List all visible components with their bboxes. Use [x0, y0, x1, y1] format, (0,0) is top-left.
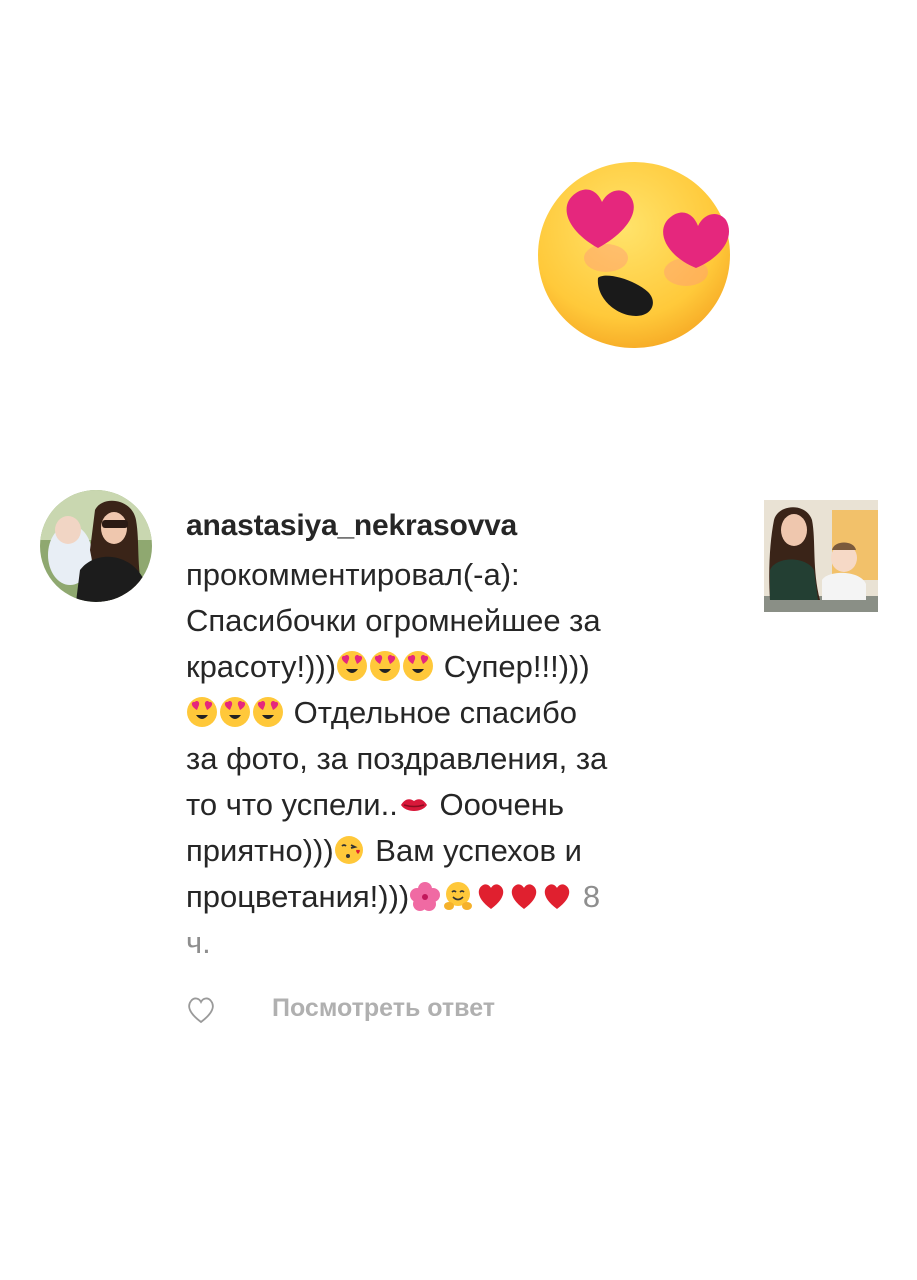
face-blowing-kiss-emoji-icon — [334, 836, 363, 864]
timestamp-unit: ч. — [186, 925, 211, 960]
red-heart-emoji-icon — [479, 884, 504, 909]
username-link[interactable]: anastasiya_nekrasovva — [186, 508, 706, 544]
red-heart-emoji-icon — [512, 884, 537, 909]
view-reply-button[interactable]: Посмотреть ответ — [272, 994, 495, 1023]
user-avatar[interactable] — [40, 490, 152, 602]
comment-line: красоту!))) Супер!!!))) — [186, 649, 590, 684]
heart-eyes-emoji-icon — [538, 162, 730, 348]
heart-eyes-emoji-icon — [220, 697, 250, 727]
red-heart-emoji-icon — [545, 884, 570, 909]
timestamp: 8 — [574, 879, 601, 914]
action-text: прокомментировал(-а): — [186, 557, 520, 592]
notification-text: anastasiya_nekrasovva прокомментировал(-… — [186, 508, 706, 966]
heart-eyes-emoji-icon — [187, 697, 217, 727]
kiss-lips-emoji-icon — [400, 799, 427, 811]
heart-eyes-emoji-icon — [403, 651, 434, 681]
hugging-face-emoji-icon — [444, 882, 473, 910]
heart-eyes-emoji-icon — [370, 651, 401, 681]
heart-eyes-emoji-icon — [253, 697, 283, 727]
hibiscus-emoji-icon — [410, 882, 441, 911]
comment-line: то что успели.. Ооочень — [186, 787, 565, 822]
comment-line: за фото, за поздравления, за — [186, 741, 608, 776]
post-thumbnail[interactable] — [764, 500, 878, 612]
comment-line: приятно))) Вам успехов и — [186, 833, 582, 868]
comment-line: Отдельное спасибо — [186, 690, 706, 736]
comment-notification[interactable]: anastasiya_nekrasovva прокомментировал(-… — [0, 488, 917, 1024]
heart-outline-icon[interactable] — [186, 996, 216, 1024]
heart-eyes-emoji-icon — [337, 651, 368, 681]
comment-line: процветания!))) 8 — [186, 879, 601, 914]
comment-line: Спасибочки огромнейшее за — [186, 603, 601, 638]
